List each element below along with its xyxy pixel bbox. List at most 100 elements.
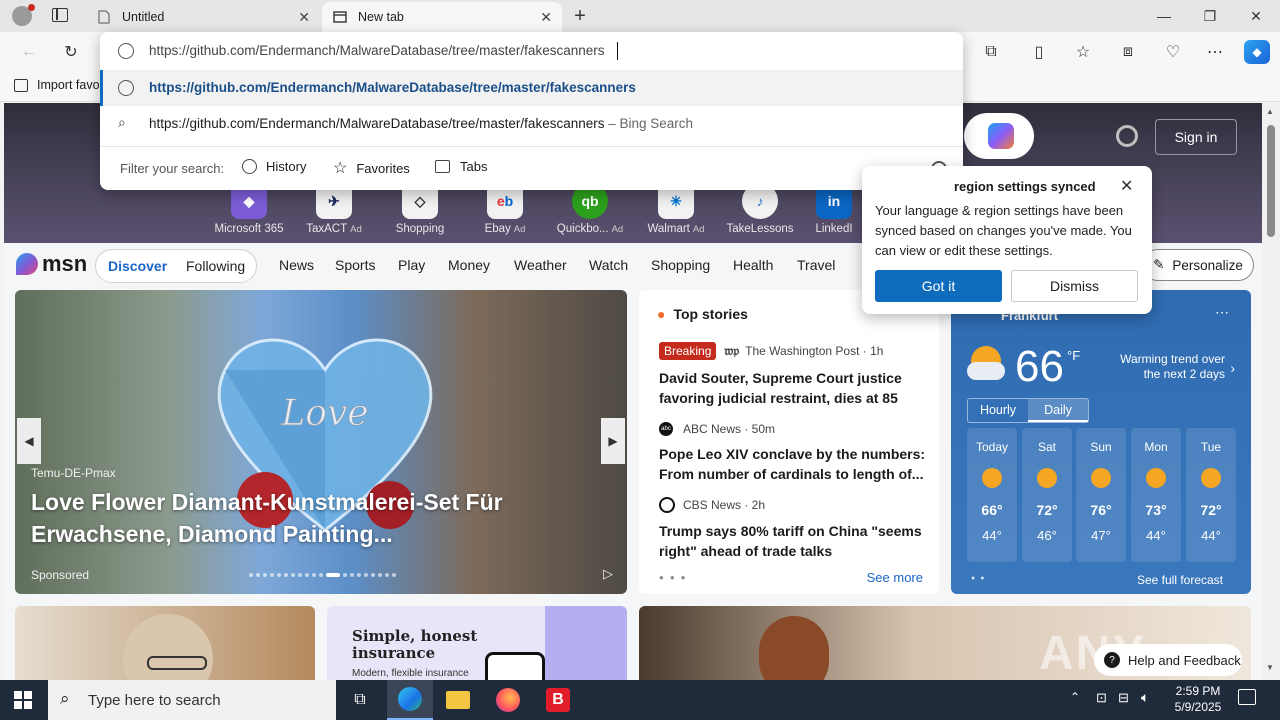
split-screen-icon[interactable]: ▯	[1026, 40, 1052, 64]
quick-link-takelessons[interactable]: ♪ TakeLessons	[720, 183, 800, 235]
tab-actions-icon[interactable]	[52, 8, 68, 22]
filter-history[interactable]: History	[242, 159, 306, 174]
weather-more-icon[interactable]: ⋯	[1215, 304, 1229, 321]
carousel-dot[interactable]	[256, 573, 260, 577]
nav-news[interactable]: News	[279, 257, 314, 273]
carousel-dot[interactable]	[291, 573, 295, 577]
quick-link-ebay[interactable]: e b Ebay Ad	[465, 183, 545, 235]
search-suggestion[interactable]: ⌕ https://github.com/Endermanch/MalwareD…	[100, 106, 963, 142]
help-feedback-button[interactable]: ? Help and Feedback	[1094, 644, 1242, 676]
see-full-forecast-link[interactable]: See full forecast	[1137, 573, 1223, 587]
carousel-dot[interactable]	[319, 573, 323, 577]
carousel-dot[interactable]	[249, 573, 253, 577]
carousel-dot[interactable]	[326, 573, 340, 577]
close-icon[interactable]: ✕	[1120, 176, 1133, 196]
news-card-photo[interactable]	[15, 606, 315, 680]
chevron-right-icon[interactable]: ›	[1230, 360, 1235, 376]
carousel-headline[interactable]: Love Flower Diamant-Kunstmalerei-Set Für…	[31, 486, 551, 550]
hero-carousel[interactable]: Love ◀ ▶ Temu-DE-Pmax Love Flower Diaman…	[15, 290, 627, 594]
chevron-up-icon[interactable]: ⌃	[1070, 690, 1080, 704]
copilot-search-button[interactable]	[964, 113, 1034, 159]
collections-icon[interactable]: ⧈	[1115, 40, 1141, 64]
story-item[interactable]: Breaking 𝔴𝔭 The Washington Post · 1h Dav…	[659, 342, 929, 408]
sign-in-button[interactable]: Sign in	[1155, 119, 1237, 155]
volume-icon[interactable]: 🔈︎	[1141, 689, 1149, 706]
nav-travel[interactable]: Travel	[797, 257, 835, 273]
file-explorer-icon[interactable]	[435, 680, 481, 720]
story-item[interactable]: abc ABC News · 50m Pope Leo XIV conclave…	[659, 422, 929, 484]
network-icon[interactable]: ⊟	[1118, 690, 1129, 706]
address-input[interactable]: https://github.com/Endermanch/MalwareDat…	[149, 43, 604, 58]
copilot-icon[interactable]: ◆	[1244, 40, 1270, 64]
new-tab-button[interactable]: +	[570, 4, 590, 28]
carousel-dot[interactable]	[364, 573, 368, 577]
firefox-icon[interactable]	[485, 680, 531, 720]
carousel-prev-button[interactable]: ◀	[17, 418, 41, 464]
adchoices-icon[interactable]: ▷	[603, 566, 613, 582]
quick-link-walmart[interactable]: ✳ Walmart Ad	[636, 183, 716, 235]
personalize-button[interactable]: ✎ Personalize	[1142, 249, 1254, 281]
bitdefender-icon[interactable]: B	[535, 680, 581, 720]
nav-play[interactable]: Play	[398, 257, 425, 273]
minimize-button[interactable]: —	[1141, 0, 1187, 32]
tab-hourly[interactable]: Hourly	[968, 399, 1028, 422]
carousel-dot[interactable]	[263, 573, 267, 577]
maximize-button[interactable]: ❐	[1187, 0, 1233, 32]
scrollbar-thumb[interactable]	[1267, 125, 1275, 237]
close-window-button[interactable]: ✕	[1233, 0, 1279, 32]
msn-logo[interactable]: msn	[16, 251, 87, 277]
notification-icon[interactable]	[1238, 689, 1256, 705]
insurance-ad-card[interactable]: Simple, honest insurance Modern, flexibl…	[327, 606, 627, 680]
url-suggestion[interactable]: https://github.com/Endermanch/MalwareDat…	[100, 70, 963, 106]
see-more-link[interactable]: See more	[867, 570, 923, 585]
performance-icon[interactable]: ♡	[1160, 40, 1186, 64]
import-favorites[interactable]: Import favo	[14, 78, 100, 92]
address-bar[interactable]: https://github.com/Endermanch/MalwareDat…	[100, 32, 963, 70]
news-card-wide[interactable]: ANY RUN ? Help and Feedback	[639, 606, 1251, 680]
settings-gear-icon[interactable]	[1116, 125, 1138, 147]
quick-link-microsoft365[interactable]: ◆ Microsoft 365	[209, 183, 289, 235]
nav-sports[interactable]: Sports	[335, 257, 375, 273]
tab-new-tab[interactable]: New tab ✕	[322, 2, 562, 32]
task-view-icon[interactable]: ⧉	[337, 680, 383, 720]
favorites-icon[interactable]: ☆	[1070, 40, 1096, 64]
tab-untitled[interactable]: Untitled ✕	[86, 2, 320, 32]
battery-icon[interactable]: ⊡	[1096, 690, 1107, 706]
got-it-button[interactable]: Got it	[875, 270, 1002, 302]
carousel-dot[interactable]	[371, 573, 375, 577]
nav-shopping[interactable]: Shopping	[651, 257, 710, 273]
more-options-icon[interactable]: ⋯	[1202, 40, 1228, 64]
nav-watch[interactable]: Watch	[589, 257, 628, 273]
carousel-dot[interactable]	[343, 573, 347, 577]
clock[interactable]: 2:59 PM 5/9/2025	[1168, 683, 1228, 715]
forecast-day[interactable]: Tue 72° 44°	[1186, 428, 1236, 562]
carousel-dot[interactable]	[385, 573, 389, 577]
tab-following[interactable]: Following	[186, 258, 245, 274]
forecast-day[interactable]: Sun 76° 47°	[1076, 428, 1126, 562]
back-icon[interactable]: ←	[16, 40, 42, 64]
extensions-icon[interactable]: ⧉	[978, 40, 1004, 64]
tab-discover[interactable]: Discover	[108, 258, 167, 274]
profile-icon[interactable]	[12, 4, 35, 26]
tab-daily[interactable]: Daily	[1028, 399, 1088, 422]
filter-tabs[interactable]: Tabs	[435, 159, 487, 174]
refresh-icon[interactable]: ↻	[58, 40, 84, 64]
quick-link-taxact[interactable]: ✈ TaxACT Ad	[294, 183, 374, 235]
carousel-dot[interactable]	[270, 573, 274, 577]
story-item[interactable]: CBS News · 2h Trump says 80% tariff on C…	[659, 497, 929, 561]
carousel-dot[interactable]	[350, 573, 354, 577]
quick-link-linkedin[interactable]: in LinkedI	[804, 183, 864, 235]
start-button[interactable]	[0, 680, 46, 720]
nav-money[interactable]: Money	[448, 257, 490, 273]
carousel-dot[interactable]	[305, 573, 309, 577]
taskbar-search[interactable]: ⌕ Type here to search	[48, 680, 336, 720]
close-tab-icon[interactable]: ✕	[540, 9, 552, 26]
carousel-dot[interactable]	[284, 573, 288, 577]
quick-link-shopping[interactable]: ◇ Shopping	[380, 183, 460, 235]
forecast-day[interactable]: Mon 73° 44°	[1131, 428, 1181, 562]
warming-trend[interactable]: Warming trend over the next 2 days	[1113, 352, 1225, 382]
nav-weather[interactable]: Weather	[514, 257, 567, 273]
forecast-day[interactable]: Today 66° 44°	[967, 428, 1017, 562]
carousel-next-button[interactable]: ▶	[601, 418, 625, 464]
carousel-dot[interactable]	[277, 573, 281, 577]
